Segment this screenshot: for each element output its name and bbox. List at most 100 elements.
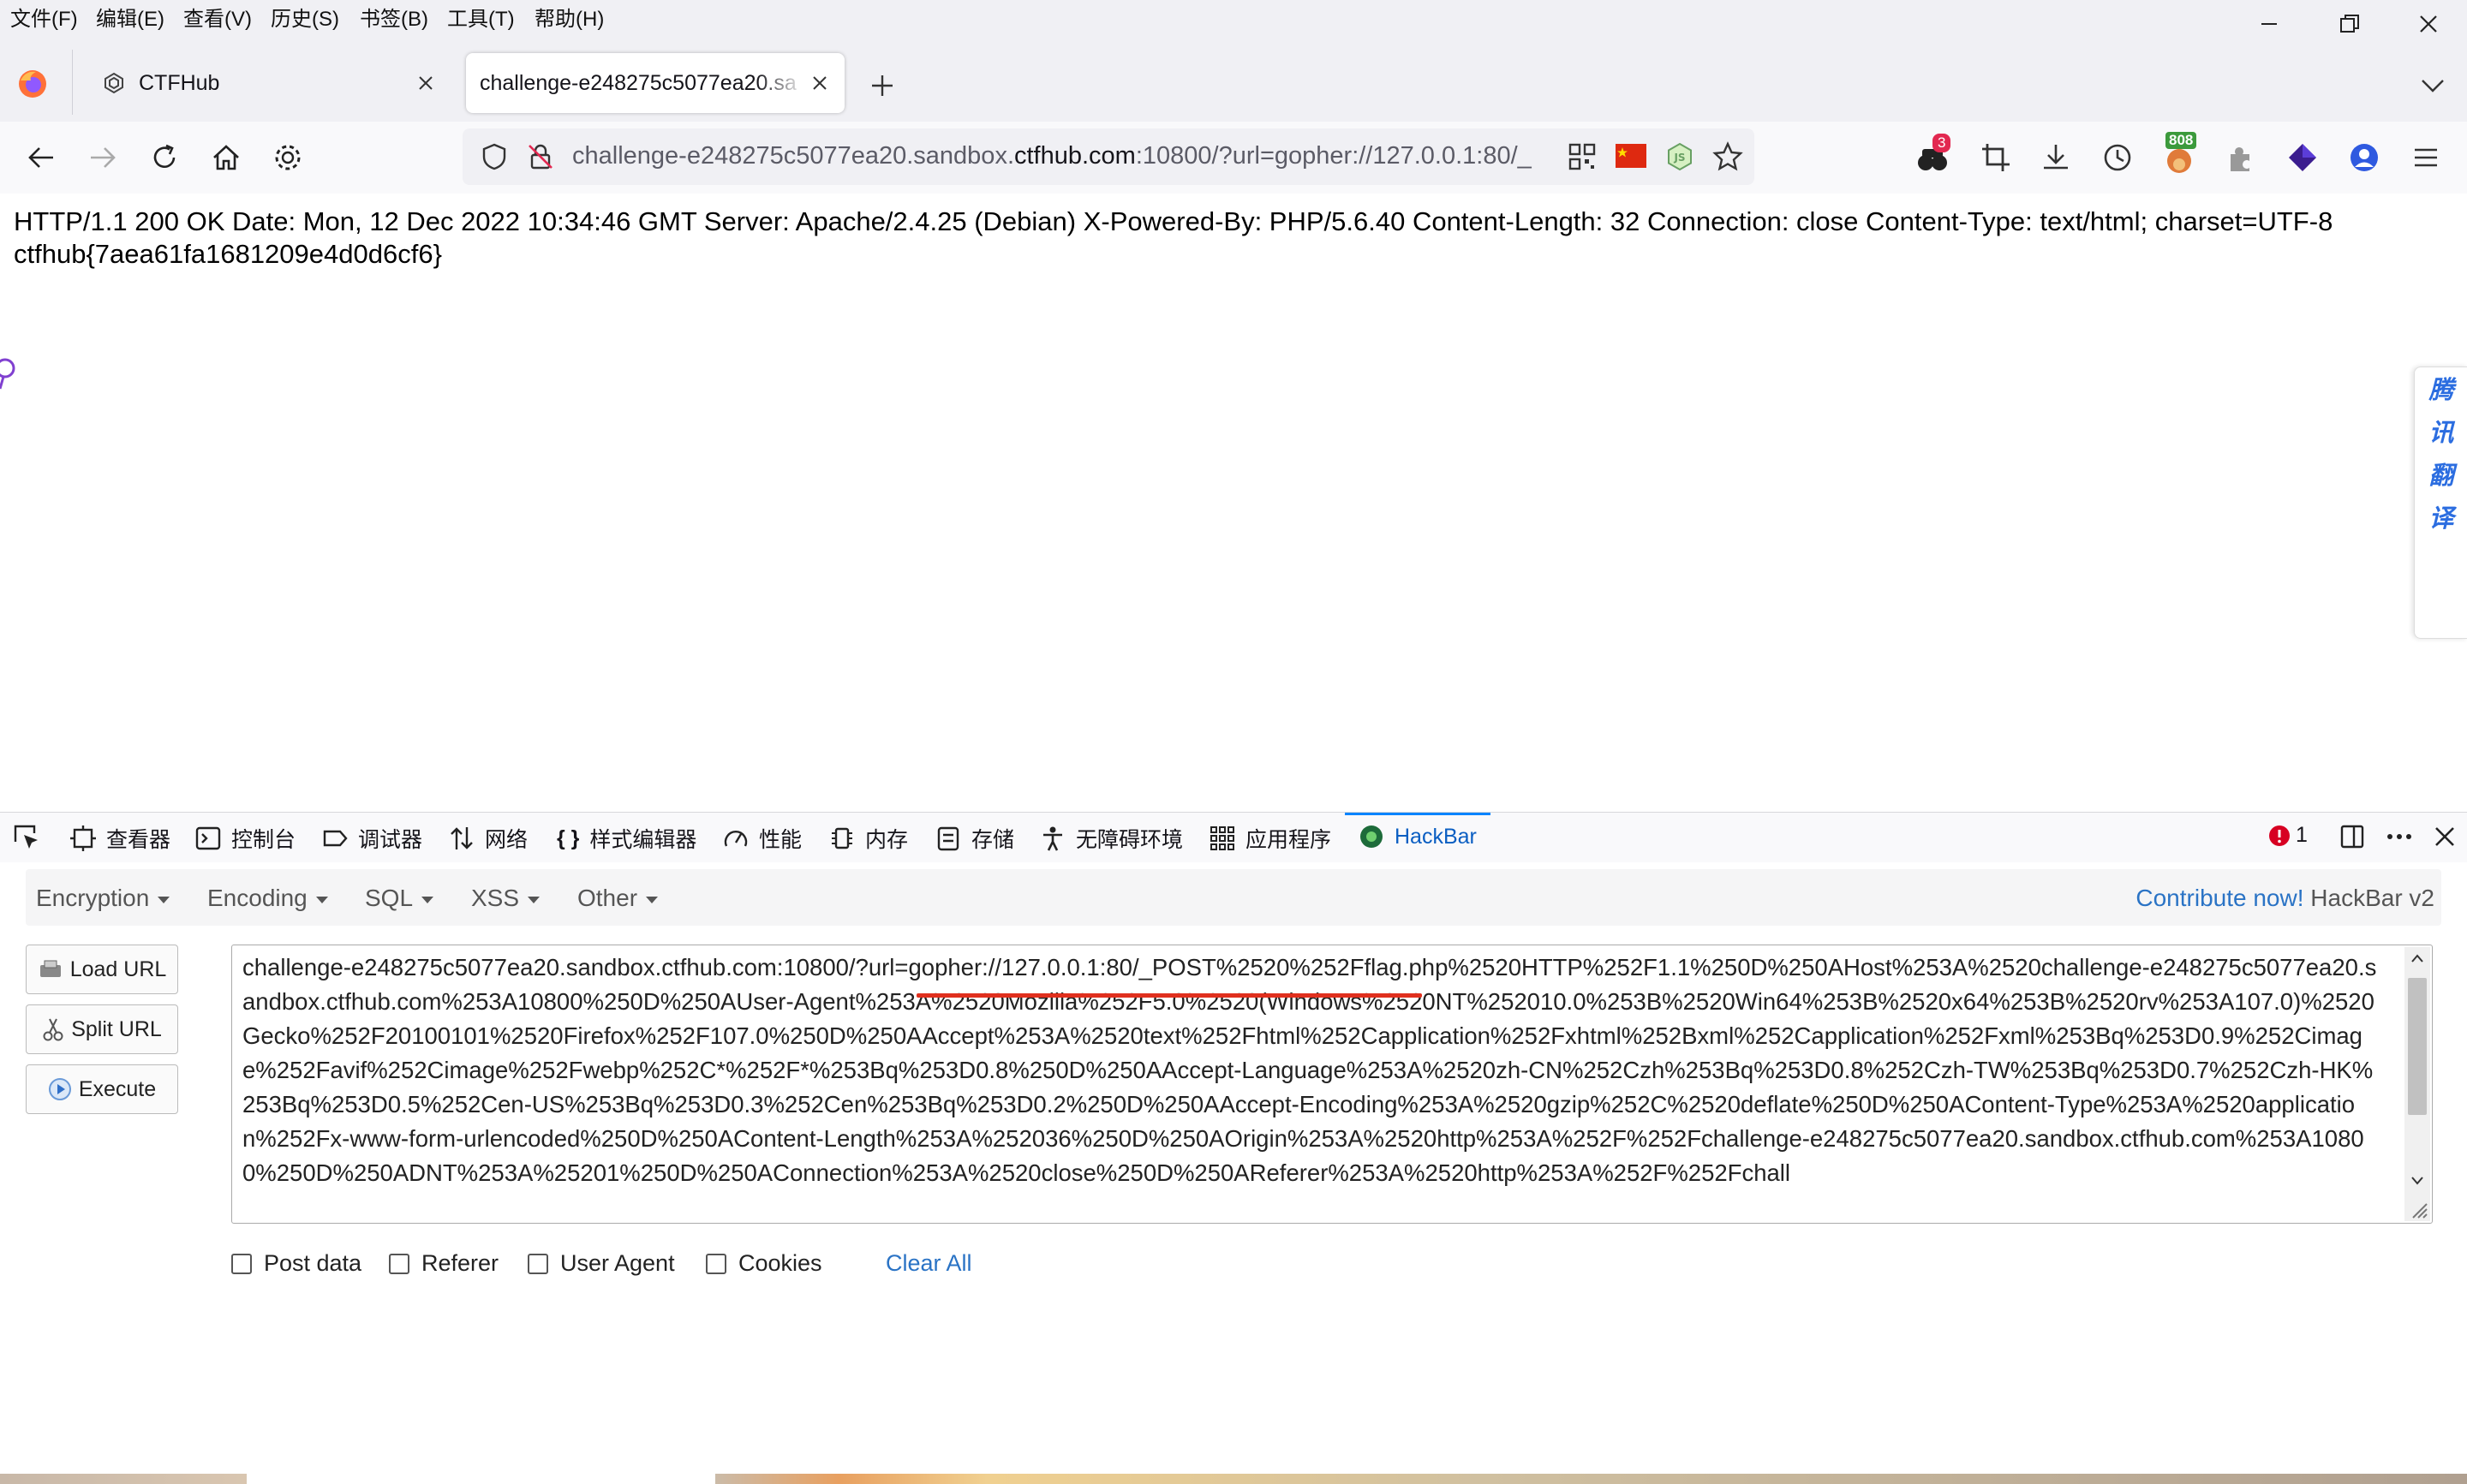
hackbar-version: HackBar v2 xyxy=(2310,885,2434,911)
forward-arrow-icon[interactable] xyxy=(86,140,120,175)
devtools-tab-performance[interactable]: 性能 xyxy=(723,823,802,854)
devtools-tab-style-editor[interactable]: { } 样式编辑器 xyxy=(557,823,696,854)
devtools-tab-storage[interactable]: 存储 xyxy=(935,823,1014,854)
translate-char: 译 xyxy=(2428,505,2454,533)
nodejs-extension-icon[interactable]: JS xyxy=(1665,142,1694,171)
restore-button[interactable] xyxy=(2313,0,2386,48)
element-picker-button[interactable] xyxy=(12,823,51,852)
scrollbar-thumb[interactable] xyxy=(2408,978,2427,1115)
dock-side-icon[interactable] xyxy=(2339,823,2366,850)
insecure-lock-icon[interactable] xyxy=(526,142,555,171)
checkbox-box[interactable] xyxy=(528,1253,548,1274)
translate-char: 翻 xyxy=(2428,462,2454,490)
user-agent-checkbox[interactable]: User Agent xyxy=(528,1250,675,1277)
devtools-tab-inspector[interactable]: 查看器 xyxy=(70,823,170,854)
referer-checkbox[interactable]: Referer xyxy=(389,1250,499,1277)
counter-extension-button[interactable]: 808 xyxy=(2160,132,2200,176)
tab-close-icon[interactable] xyxy=(807,70,833,96)
devtools-tab-network[interactable]: 网络 xyxy=(449,823,528,854)
application-grid-icon xyxy=(1210,826,1234,850)
devtools-toolbar: 查看器 控制台 调试器 网络 { } 样式编辑器 性能 内存 存储 无障碍环境 … xyxy=(0,812,2467,863)
translate-char: 腾 xyxy=(2428,377,2454,404)
tab-strip: CTFHub challenge-e248275c5077ea20.sa xyxy=(0,34,2467,122)
url-textarea-content[interactable]: challenge-e248275c5077ea20.sandbox.ctfhu… xyxy=(242,951,2384,1218)
counter-badge: 808 xyxy=(2165,132,2197,149)
menu-file[interactable]: 文件(F) xyxy=(10,2,78,32)
menu-view[interactable]: 查看(V) xyxy=(183,2,252,32)
menu-tools[interactable]: 工具(T) xyxy=(447,2,515,32)
load-url-button[interactable]: Load URL xyxy=(26,945,178,994)
menu-xss[interactable]: XSS xyxy=(471,885,541,912)
purple-cube-extension-icon[interactable] xyxy=(2285,140,2320,175)
devtools-tab-debugger[interactable]: 调试器 xyxy=(322,823,422,854)
address-bar[interactable]: challenge-e248275c5077ea20.sandbox.ctfhu… xyxy=(463,128,1754,185)
menu-other[interactable]: Other xyxy=(577,885,659,912)
close-devtools-icon[interactable] xyxy=(2433,825,2457,849)
menu-encryption[interactable]: Encryption xyxy=(36,885,170,912)
chevron-down-icon xyxy=(2422,80,2444,92)
account-avatar-icon[interactable] xyxy=(2347,140,2381,175)
textarea-scrollbar[interactable] xyxy=(2404,947,2430,1221)
crop-screenshot-icon[interactable] xyxy=(1979,140,2013,175)
execute-button[interactable]: Execute xyxy=(26,1064,178,1114)
hamburger-menu-icon[interactable] xyxy=(2409,140,2443,175)
minimize-button[interactable] xyxy=(2232,0,2306,48)
error-count-indicator[interactable]: 1 xyxy=(2268,823,2308,848)
scroll-down-icon[interactable] xyxy=(2410,1175,2424,1187)
inspector-icon xyxy=(70,825,96,851)
puzzle-extension-icon[interactable] xyxy=(2224,140,2258,175)
hackbar-panel: Encryption Encoding SQL XSS Other Contri… xyxy=(0,862,2467,1474)
tencent-translate-sidebar[interactable]: 腾 讯 翻 译 xyxy=(2414,367,2467,639)
reload-icon[interactable] xyxy=(147,140,182,175)
firefox-logo-icon xyxy=(19,70,46,98)
home-icon[interactable] xyxy=(209,140,243,175)
more-options-icon[interactable] xyxy=(2385,823,2414,850)
url-text[interactable]: challenge-e248275c5077ea20.sandbox.ctfhu… xyxy=(572,142,1566,170)
scroll-up-icon[interactable] xyxy=(2410,952,2424,964)
devtools-tab-console[interactable]: 控制台 xyxy=(195,823,296,854)
checkbox-box[interactable] xyxy=(706,1253,726,1274)
firefox-menu-button[interactable] xyxy=(17,69,48,99)
menu-sql[interactable]: SQL xyxy=(365,885,434,912)
menu-bar: 文件(F) 编辑(E) 查看(V) 历史(S) 书签(B) 工具(T) 帮助(H… xyxy=(0,0,2467,34)
download-icon[interactable] xyxy=(2039,140,2073,175)
performance-gauge-icon xyxy=(724,831,748,847)
devtools-tab-memory[interactable]: 内存 xyxy=(829,823,908,854)
china-flag-icon[interactable] xyxy=(1616,144,1646,168)
checkbox-box[interactable] xyxy=(231,1253,252,1274)
tab-ctfhub[interactable]: CTFHub xyxy=(79,53,456,113)
accessibility-icon xyxy=(1043,826,1062,851)
tab-title: CTFHub xyxy=(139,70,220,95)
desktop-taskbar-strip xyxy=(0,1474,2467,1484)
resize-grip-icon[interactable] xyxy=(2406,1197,2428,1219)
tab-challenge[interactable]: challenge-e248275c5077ea20.sa xyxy=(466,53,845,113)
checkbox-box[interactable] xyxy=(389,1253,409,1274)
devtools-tab-application[interactable]: 应用程序 xyxy=(1210,823,1331,854)
contribute-link[interactable]: Contribute now! xyxy=(2135,885,2303,911)
bookmark-star-icon[interactable] xyxy=(1711,140,1744,173)
history-clock-icon[interactable] xyxy=(2100,140,2135,175)
qr-code-icon[interactable] xyxy=(1568,142,1597,171)
close-window-button[interactable] xyxy=(2392,0,2465,48)
devtools-tab-hackbar-active[interactable]: HackBar xyxy=(1345,813,1490,861)
new-tab-button[interactable] xyxy=(865,69,899,103)
menu-history[interactable]: 历史(S) xyxy=(271,2,339,32)
clear-all-link[interactable]: Clear All xyxy=(886,1250,972,1277)
post-data-checkbox[interactable]: Post data xyxy=(231,1250,361,1277)
cookies-checkbox[interactable]: Cookies xyxy=(706,1250,822,1277)
url-textarea[interactable]: challenge-e248275c5077ea20.sandbox.ctfhu… xyxy=(231,945,2433,1224)
back-arrow-icon[interactable] xyxy=(24,140,58,175)
gear-icon[interactable] xyxy=(271,140,305,175)
tracking-shield-icon[interactable] xyxy=(480,142,509,171)
menu-edit[interactable]: 编辑(E) xyxy=(96,2,164,32)
split-url-button[interactable]: Split URL xyxy=(26,1004,178,1054)
list-all-tabs-button[interactable] xyxy=(2417,70,2448,101)
tab-close-icon[interactable] xyxy=(413,70,439,96)
menu-encoding[interactable]: Encoding xyxy=(207,885,328,912)
menu-help[interactable]: 帮助(H) xyxy=(535,2,604,32)
menu-bookmarks[interactable]: 书签(B) xyxy=(360,2,428,32)
play-icon xyxy=(48,1078,71,1100)
devtools-tab-accessibility[interactable]: 无障碍环境 xyxy=(1040,823,1183,854)
close-icon xyxy=(2420,15,2437,33)
extensions-button[interactable]: 3 xyxy=(1915,134,1953,176)
